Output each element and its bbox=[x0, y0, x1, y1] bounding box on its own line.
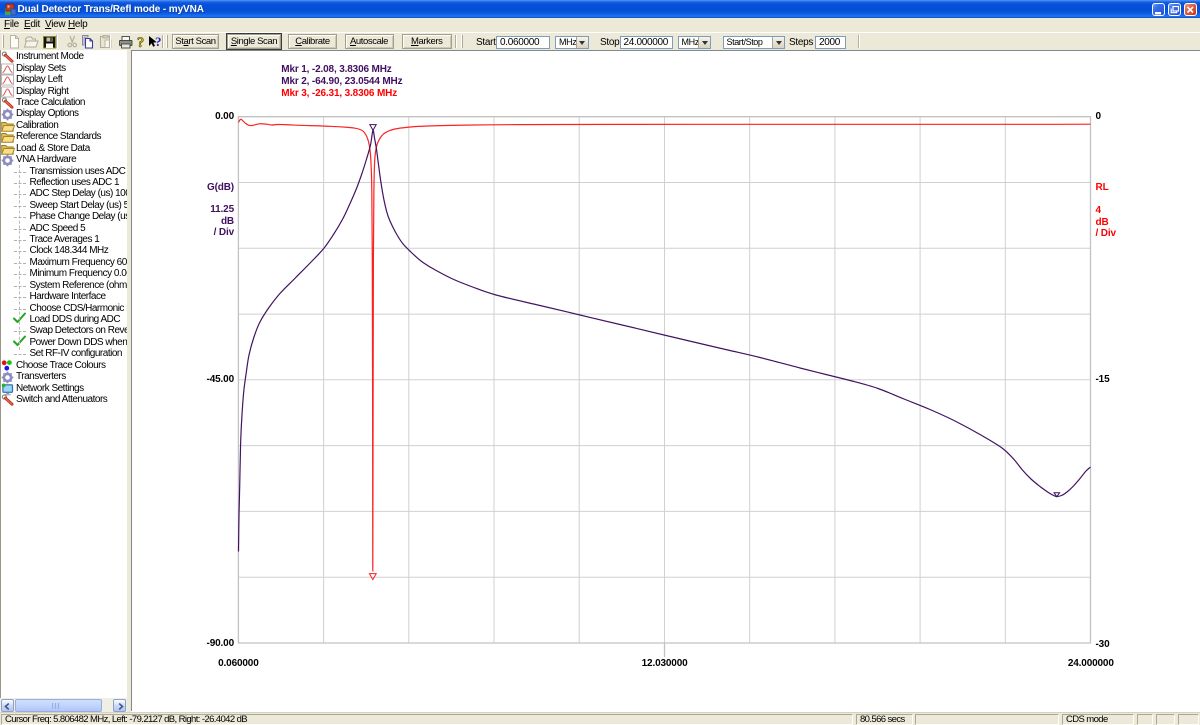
svg-text:?: ? bbox=[155, 34, 161, 49]
svg-text:?: ? bbox=[137, 35, 144, 50]
